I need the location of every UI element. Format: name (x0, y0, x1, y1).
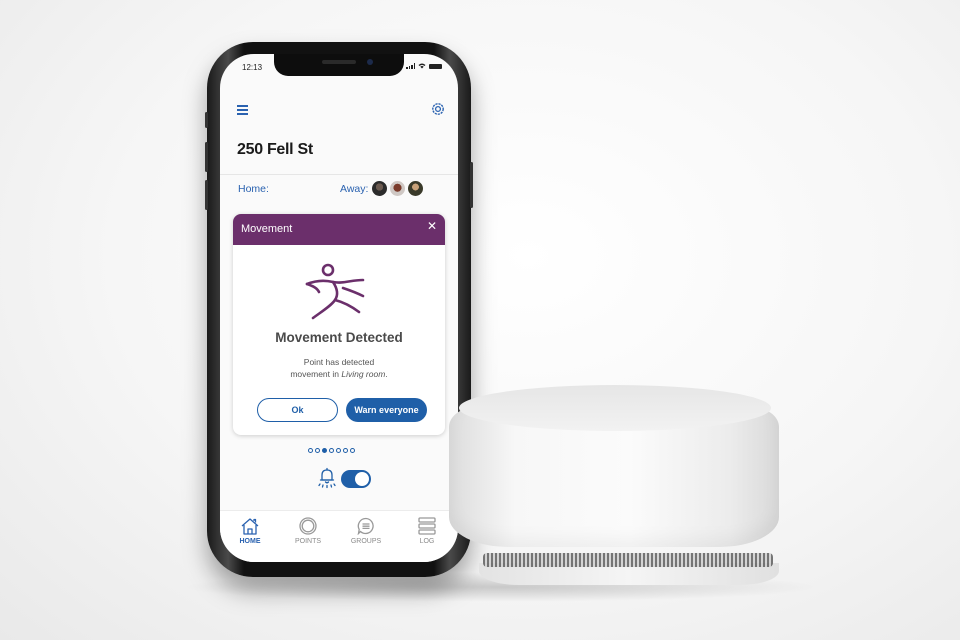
power-button (470, 162, 473, 208)
gear-icon[interactable] (431, 102, 445, 116)
volume-up-button (205, 142, 208, 172)
speaker-grille (322, 60, 356, 64)
divider (220, 174, 458, 175)
tab-home-label: HOME (239, 538, 261, 545)
smartphone: 12:13 250 Fell St Home: Away: Movement ✕ (205, 42, 473, 577)
running-person-icon (305, 263, 365, 320)
front-camera (367, 59, 373, 65)
avatar[interactable] (390, 181, 405, 196)
tab-groups-label: GROUPS (350, 538, 382, 545)
page-dot[interactable] (350, 448, 355, 453)
tab-home[interactable]: HOME (225, 517, 275, 545)
status-icons (406, 63, 442, 69)
page-title: 250 Fell St (237, 141, 313, 158)
volume-down-button (205, 180, 208, 210)
page-dot[interactable] (343, 448, 348, 453)
page-dot[interactable] (329, 448, 334, 453)
avatar[interactable] (408, 181, 423, 196)
page-dot[interactable] (322, 448, 327, 453)
alert-room-name: Living room (341, 369, 386, 379)
page-dot[interactable] (308, 448, 313, 453)
hamburger-menu-icon[interactable] (237, 105, 248, 117)
device-top-cap (459, 385, 771, 431)
status-time: 12:13 (242, 63, 263, 72)
ok-button[interactable]: Ok (257, 398, 338, 422)
movement-alert-card: Movement ✕ Movement Detected Point has d… (233, 214, 445, 435)
notch (274, 54, 404, 76)
alert-card-header-label: Movement (241, 223, 293, 235)
away-presence-label: Away: (340, 183, 369, 195)
points-ring-icon (299, 517, 317, 535)
signal-icon (406, 63, 415, 69)
mute-switch (205, 112, 208, 128)
home-presence-label: Home: (238, 183, 269, 195)
minut-point-device (445, 385, 785, 585)
tab-points-label: POINTS (294, 538, 322, 545)
chat-bubble-icon (357, 517, 374, 535)
avatar[interactable] (372, 181, 387, 196)
alert-message-suffix: . (385, 369, 388, 379)
device-speaker-grille (483, 553, 773, 567)
page-indicator (308, 448, 355, 453)
warn-everyone-button[interactable]: Warn everyone (346, 398, 427, 422)
battery-icon (429, 63, 442, 69)
alert-card-header: Movement ✕ (233, 214, 445, 245)
alert-message: Point has detected movement in Living ro… (233, 356, 445, 380)
close-icon[interactable]: ✕ (427, 220, 437, 232)
phone-screen: 12:13 250 Fell St Home: Away: Movement ✕ (220, 54, 458, 562)
wifi-icon (418, 63, 426, 69)
alarm-bell-icon (318, 467, 336, 489)
page-dot[interactable] (315, 448, 320, 453)
tab-groups[interactable]: GROUPS (341, 517, 391, 545)
bottom-tab-bar: HOME POINTS GROUPS LOG (220, 510, 458, 562)
home-icon (241, 518, 259, 535)
alarm-toggle[interactable] (341, 470, 371, 488)
toggle-knob (355, 472, 369, 486)
alert-message-line1: Point has detected (303, 357, 375, 367)
alert-message-prefix: movement in (290, 369, 342, 379)
page-dot[interactable] (336, 448, 341, 453)
tab-points[interactable]: POINTS (283, 517, 333, 545)
list-icon (418, 517, 436, 535)
alert-message-line2: movement in Living room. (233, 368, 445, 380)
alert-title: Movement Detected (275, 330, 403, 345)
